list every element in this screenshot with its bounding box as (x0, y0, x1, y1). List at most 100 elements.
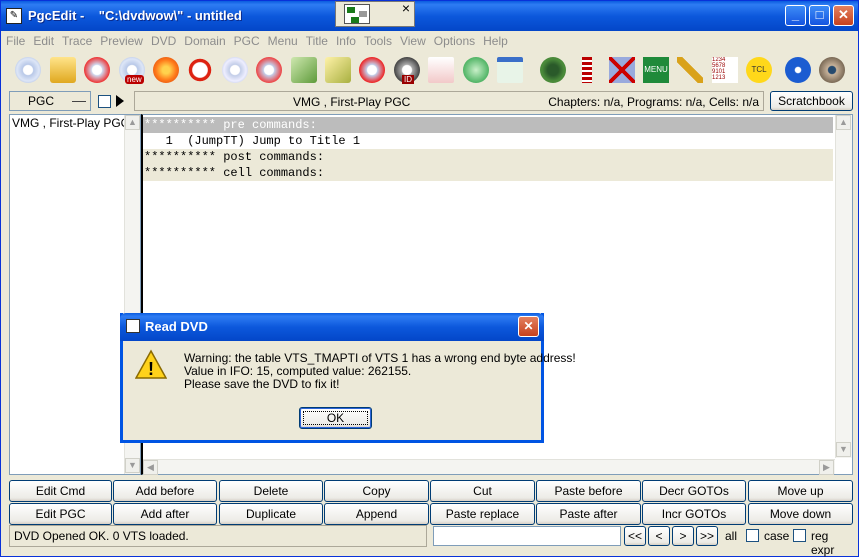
maximize-button[interactable]: □ (809, 5, 830, 26)
edit-yellow-icon[interactable] (321, 53, 355, 87)
dialog-title-bar[interactable]: Read DVD ✕ (120, 313, 544, 341)
decr-gotos-button[interactable]: Decr GOTOs (642, 480, 746, 502)
eject-icon[interactable] (252, 53, 286, 87)
paste-replace-button[interactable]: Paste replace (430, 503, 535, 525)
pgc-bar: PGC VMG , First-Play PGC Chapters: n/a, … (9, 91, 853, 111)
cut-button[interactable]: Cut (430, 480, 535, 502)
menu-tools[interactable]: Tools (360, 31, 396, 51)
menu-menu[interactable]: Menu (264, 31, 302, 51)
edit-cmd-button[interactable]: Edit Cmd (9, 480, 112, 502)
find-last-button[interactable]: >> (696, 526, 718, 546)
link-chain-icon[interactable] (673, 53, 707, 87)
delete-button[interactable]: Delete (219, 480, 323, 502)
copy-button[interactable]: Copy (324, 480, 429, 502)
menu-bar: File Edit Trace Preview DVD Domain PGC Menu Titl… (2, 31, 859, 51)
numbers-icon[interactable]: 1234 5678 9101 1213 (708, 53, 742, 87)
svg-text:!: ! (148, 359, 154, 379)
menu-options[interactable]: Options (430, 31, 479, 51)
minimize-button[interactable]: _ (785, 5, 806, 26)
popup-close-icon[interactable]: × (402, 0, 410, 16)
edit-pgc-button[interactable]: Edit PGC (9, 503, 112, 525)
paste-after-button[interactable]: Paste after (536, 503, 641, 525)
pgc-checkbox[interactable] (98, 95, 111, 108)
id-icon[interactable]: ID (390, 53, 424, 87)
pgc-combo[interactable]: PGC (9, 91, 91, 111)
find-all-label[interactable]: all (725, 529, 737, 543)
paste-icon[interactable] (424, 53, 458, 87)
status-bar: DVD Opened OK. 0 VTS loaded. << < > >> a… (9, 525, 853, 557)
play-icon[interactable] (116, 95, 124, 107)
close-button[interactable]: ✕ (833, 5, 854, 26)
find-prev-button[interactable]: < (648, 526, 670, 546)
reload-icon[interactable] (80, 53, 114, 87)
button-row-2: Edit PGC Add after Duplicate Append Past… (9, 503, 853, 525)
find-first-button[interactable]: << (624, 526, 646, 546)
open-folder-icon[interactable] (46, 53, 80, 87)
menu-help[interactable]: Help (479, 31, 512, 51)
burn-icon[interactable] (149, 53, 183, 87)
dialog-close-button[interactable]: ✕ (518, 316, 539, 337)
pgc-stats: Chapters: n/a, Programs: n/a, Cells: n/a (548, 95, 759, 109)
menu-title[interactable]: Title (302, 31, 332, 51)
case-checkbox[interactable] (746, 529, 759, 542)
menu-preview[interactable]: Preview (96, 31, 147, 51)
editor-scroll-down-icon[interactable]: ▼ (836, 442, 851, 457)
player-icon[interactable] (493, 53, 527, 87)
pre-commands-header[interactable]: ********** pre commands: (143, 117, 833, 133)
edit-green-icon[interactable] (287, 53, 321, 87)
title-bar[interactable]: ✎ PgcEdit - "C:\dvdwow\" - untitled _ □ … (1, 1, 858, 31)
menu-domain[interactable]: Domain (180, 31, 229, 51)
menu-icon[interactable]: MENU (639, 53, 673, 87)
check-icon[interactable] (355, 53, 389, 87)
direction-icon[interactable] (781, 53, 815, 87)
button-row-1: Edit Cmd Add before Delete Copy Cut Past… (9, 480, 853, 502)
editor-scroll-up-icon[interactable]: ▲ (836, 115, 851, 130)
open-dvd-icon[interactable] (11, 53, 45, 87)
paste-before-button[interactable]: Paste before (536, 480, 641, 502)
move-up-button[interactable]: Move up (748, 480, 853, 502)
status-text: DVD Opened OK. 0 VTS loaded. (9, 525, 427, 547)
dialog-message-line-3: Please save the DVD to fix it! (184, 377, 340, 391)
ok-button[interactable]: OK (299, 407, 372, 429)
task-switcher-popup[interactable]: × (335, 0, 415, 27)
app-icon: ✎ (6, 8, 22, 24)
menu-trace[interactable]: Trace (58, 31, 96, 51)
menu-file[interactable]: File (2, 31, 29, 51)
editor-vscroll[interactable]: ▲ ▼ (835, 115, 852, 458)
film-reel-icon[interactable] (536, 53, 570, 87)
globe-icon[interactable] (459, 53, 493, 87)
search-input[interactable] (433, 526, 621, 546)
eye-icon[interactable] (815, 53, 849, 87)
pgc-list-item[interactable]: VMG , First-Play PGC (12, 116, 129, 130)
tcl-icon[interactable]: TCL (742, 53, 776, 87)
menu-info[interactable]: Info (332, 31, 360, 51)
dialog-title: Read DVD (145, 319, 208, 334)
command-line[interactable]: 1 (JumpTT) Jump to Title 1 (143, 133, 833, 149)
add-before-button[interactable]: Add before (113, 480, 217, 502)
zoom-icon[interactable] (183, 53, 217, 87)
read-dvd-dialog: Read DVD ✕ ! Warning: the table VTS_TMAP… (120, 313, 576, 443)
scroll-up-icon[interactable]: ▲ (125, 115, 140, 130)
menu-dvd[interactable]: DVD (147, 31, 180, 51)
duplicate-button[interactable]: Duplicate (219, 503, 323, 525)
menu-edit[interactable]: Edit (29, 31, 58, 51)
scroll-down-icon[interactable]: ▼ (125, 458, 140, 473)
add-after-button[interactable]: Add after (113, 503, 217, 525)
scroll-left-icon[interactable]: ◀ (143, 460, 158, 475)
menu-pgc[interactable]: PGC (230, 31, 264, 51)
find-next-button[interactable]: > (672, 526, 694, 546)
move-down-button[interactable]: Move down (748, 503, 853, 525)
cell-commands-header[interactable]: ********** cell commands: (143, 165, 833, 181)
menu-view[interactable]: View (396, 31, 430, 51)
regex-checkbox[interactable] (793, 529, 806, 542)
film-strip-icon[interactable] (570, 53, 604, 87)
scratchbook-button[interactable]: Scratchbook (770, 91, 853, 111)
copy-dvd-icon[interactable] (218, 53, 252, 87)
cross-icon[interactable] (605, 53, 639, 87)
incr-gotos-button[interactable]: Incr GOTOs (642, 503, 746, 525)
editor-hscroll[interactable]: ◀ ▶ (143, 459, 835, 475)
new-dvd-icon[interactable]: new (115, 53, 149, 87)
scroll-right-icon[interactable]: ▶ (819, 460, 834, 475)
post-commands-header[interactable]: ********** post commands: (143, 149, 833, 165)
append-button[interactable]: Append (324, 503, 429, 525)
